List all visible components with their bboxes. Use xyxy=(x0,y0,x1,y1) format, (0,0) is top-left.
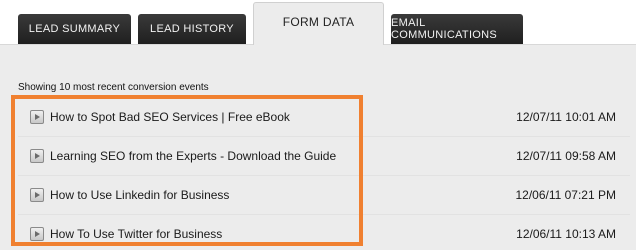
play-icon[interactable] xyxy=(30,188,44,202)
event-timestamp: 12/07/11 09:58 AM xyxy=(516,149,616,163)
event-timestamp: 12/07/11 10:01 AM xyxy=(516,110,616,124)
events-caption: Showing 10 most recent conversion events xyxy=(18,82,209,93)
event-title[interactable]: How To Use Twitter for Business xyxy=(50,227,222,241)
event-timestamp: 12/06/11 07:21 PM xyxy=(515,188,616,202)
tab-lead-history[interactable]: LEAD HISTORY xyxy=(138,14,246,44)
list-item[interactable]: How to Use Linkedin for Business 12/06/1… xyxy=(18,176,630,215)
event-title[interactable]: How to Spot Bad SEO Services | Free eBoo… xyxy=(50,110,290,124)
event-timestamp: 12/06/11 10:13 AM xyxy=(516,227,616,241)
event-title[interactable]: Learning SEO from the Experts - Download… xyxy=(50,149,336,163)
conversion-events-list: How to Spot Bad SEO Services | Free eBoo… xyxy=(18,98,630,250)
tab-lead-summary[interactable]: LEAD SUMMARY xyxy=(18,14,131,44)
play-icon[interactable] xyxy=(30,110,44,124)
play-icon[interactable] xyxy=(30,149,44,163)
list-item[interactable]: Learning SEO from the Experts - Download… xyxy=(18,137,630,176)
tab-form-data[interactable]: FORM DATA xyxy=(253,2,384,45)
play-icon[interactable] xyxy=(30,227,44,241)
tab-bar: LEAD SUMMARY LEAD HISTORY FORM DATA EMAI… xyxy=(0,0,636,45)
event-title[interactable]: How to Use Linkedin for Business xyxy=(50,188,229,202)
tab-email-communications[interactable]: EMAIL COMMUNICATIONS xyxy=(391,14,523,44)
list-item[interactable]: How to Spot Bad SEO Services | Free eBoo… xyxy=(18,98,630,137)
list-item[interactable]: How To Use Twitter for Business 12/06/11… xyxy=(18,215,630,250)
lead-detail-panel: LEAD SUMMARY LEAD HISTORY FORM DATA EMAI… xyxy=(0,0,636,250)
